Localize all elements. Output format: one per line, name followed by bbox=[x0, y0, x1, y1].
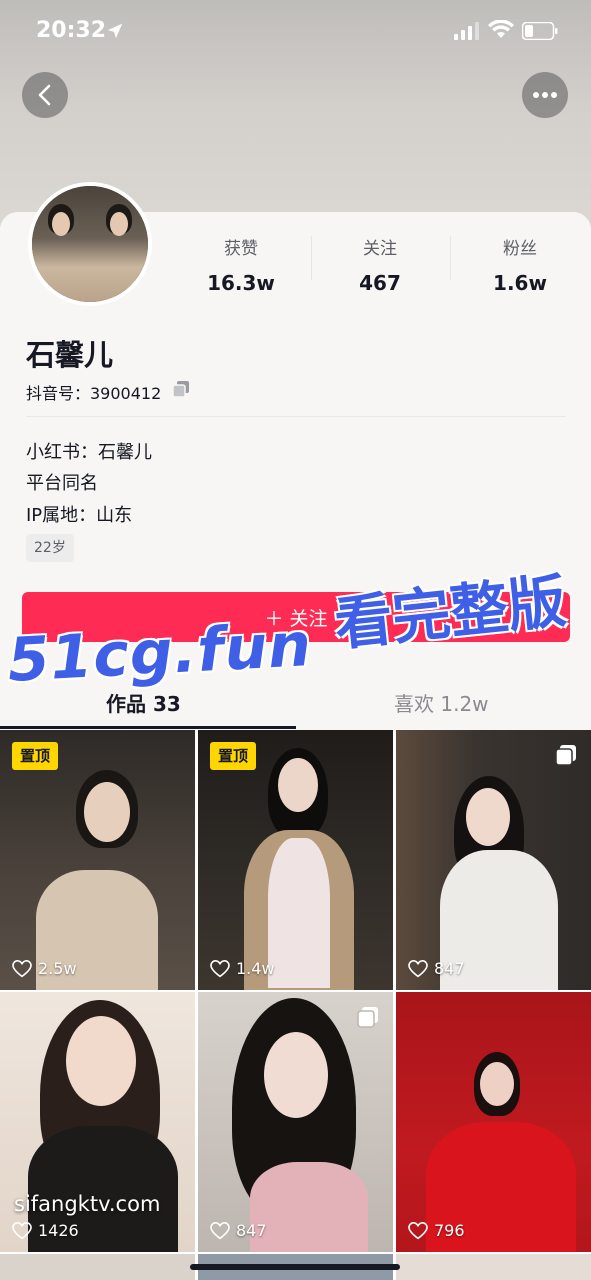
heart-icon bbox=[12, 1221, 32, 1239]
ip-location: IP属地：山东 bbox=[26, 505, 133, 526]
more-dots-icon bbox=[533, 92, 557, 98]
tab-active-indicator bbox=[0, 726, 296, 729]
status-time: 20:32 bbox=[36, 18, 107, 43]
back-button[interactable] bbox=[22, 72, 68, 118]
stat-value: 16.3w bbox=[207, 271, 275, 295]
stat-label: 关注 bbox=[363, 239, 397, 259]
divider bbox=[450, 236, 451, 280]
like-count: 847 bbox=[408, 959, 465, 978]
bio-line: 小红书：石馨儿 bbox=[26, 442, 152, 463]
heart-icon bbox=[12, 959, 32, 977]
age-tag: 22岁 bbox=[26, 534, 74, 562]
cellular-signal-icon bbox=[454, 22, 479, 40]
post-tile[interactable]: 847 bbox=[396, 730, 591, 990]
post-tile[interactable]: 置顶 2.5w bbox=[0, 730, 195, 990]
pinned-badge: 置顶 bbox=[210, 742, 257, 770]
like-count: 796 bbox=[408, 1221, 465, 1240]
battery-icon bbox=[522, 22, 558, 40]
post-tile[interactable] bbox=[396, 1254, 591, 1280]
wifi-icon bbox=[488, 20, 514, 38]
stat-following[interactable]: 关注 467 bbox=[320, 234, 440, 295]
pinned-badge: 置顶 bbox=[12, 742, 59, 770]
corner-watermark: sifangktv.com bbox=[14, 1192, 161, 1216]
post-tile[interactable]: 796 bbox=[396, 992, 591, 1252]
stat-likes[interactable]: 获赞 16.3w bbox=[181, 234, 301, 295]
profile-name: 石馨儿 bbox=[26, 338, 114, 372]
home-indicator[interactable] bbox=[190, 1264, 400, 1270]
like-count: 847 bbox=[210, 1221, 267, 1240]
bio-line: 平台同名 bbox=[26, 473, 98, 494]
post-tile[interactable] bbox=[0, 1254, 195, 1280]
status-bar: 20:32 bbox=[0, 0, 591, 64]
avatar[interactable] bbox=[28, 182, 152, 306]
heart-icon bbox=[210, 959, 230, 977]
copy-icon[interactable] bbox=[172, 380, 190, 398]
douyin-id: 抖音号：3900412 bbox=[26, 384, 162, 403]
multi-image-icon bbox=[357, 1007, 378, 1028]
like-count: 1.4w bbox=[210, 959, 275, 978]
heart-icon bbox=[408, 1221, 428, 1239]
post-tile[interactable]: 置顶 1.4w bbox=[198, 730, 393, 990]
heart-icon bbox=[210, 1221, 230, 1239]
stat-label: 获赞 bbox=[224, 239, 258, 259]
more-options-button[interactable] bbox=[522, 72, 568, 118]
like-count: 1426 bbox=[12, 1221, 79, 1240]
stat-value: 1.6w bbox=[493, 271, 547, 295]
stat-followers[interactable]: 粉丝 1.6w bbox=[460, 234, 580, 295]
stat-label: 粉丝 bbox=[503, 239, 537, 259]
multi-image-icon bbox=[555, 745, 576, 766]
post-tile[interactable]: 847 bbox=[198, 992, 393, 1252]
stat-value: 467 bbox=[359, 271, 401, 295]
divider bbox=[26, 416, 566, 417]
divider bbox=[311, 236, 312, 280]
tab-works[interactable]: 作品 33 bbox=[106, 688, 181, 717]
heart-icon bbox=[408, 959, 428, 977]
tab-likes[interactable]: 喜欢 1.2w bbox=[394, 688, 489, 717]
location-arrow-icon bbox=[107, 23, 123, 39]
like-count: 2.5w bbox=[12, 959, 77, 978]
chevron-left-icon bbox=[38, 84, 51, 106]
